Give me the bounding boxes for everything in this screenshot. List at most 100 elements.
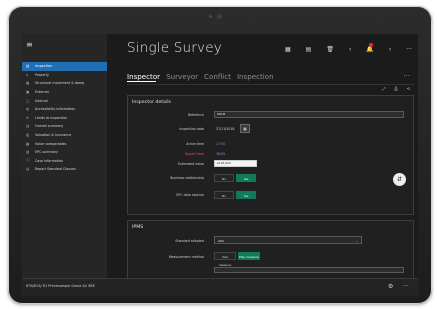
list-icon[interactable]: ▤	[306, 46, 312, 54]
forward-icon[interactable]: ›	[389, 46, 391, 54]
measurement-detail-field[interactable]	[214, 267, 404, 273]
estimated-value-label: Estimated value	[178, 162, 204, 166]
sidebar-item-valuation[interactable]: ▥ Valuation & Insurance	[22, 131, 107, 140]
notification-icon[interactable]: 🔔	[366, 43, 374, 54]
sidebar-item-label: Value comparables	[35, 141, 67, 146]
sidebar-item-case-information[interactable]: ⓘ Case information	[22, 157, 107, 166]
measurement-user-measure[interactable]: User measure	[214, 252, 236, 267]
status-bar: 87B/87A/ R1 Primesample Grove A2 9BE ⚙ ·…	[22, 278, 418, 296]
business-relationship-no[interactable]: No	[214, 174, 234, 182]
sidebar-item-label: Limits to inspection	[35, 115, 68, 120]
toolbar: ▦ ▤ 🗑 ‹ 🔔 › ···	[285, 43, 412, 54]
list-icon: ▤	[26, 64, 30, 69]
arrive-time-label: Arrive time	[186, 142, 204, 146]
inspection-date-value[interactable]: 27/11/2018	[216, 127, 234, 131]
sidebar-item-external[interactable]: ▣ External	[22, 88, 107, 97]
sidebar-item-epc-summary[interactable]: ▧ EPC summary	[22, 148, 107, 157]
internal-icon: ▢	[26, 98, 30, 103]
report-icon: ▤	[26, 167, 30, 172]
sidebar-item-property[interactable]: ⌂ Property	[22, 71, 107, 80]
sidebar-item-report-clauses[interactable]: ▤ Report Standard Clauses	[22, 165, 107, 174]
tab-inspection[interactable]: Inspection	[237, 72, 274, 81]
measurement-method-label: Measurement method	[168, 255, 204, 259]
sidebar-item-label: Report Standard Clauses	[35, 167, 76, 172]
scroll-to-top-button[interactable]: ⇵	[393, 173, 406, 186]
inspection-date-label: Inspection date	[179, 127, 204, 131]
epc-data-capture-yes[interactable]: Yes	[236, 191, 256, 199]
business-relationship-yes[interactable]: Yes	[236, 174, 256, 182]
standard-adopted-select[interactable]: GEA ⌄	[214, 236, 362, 244]
tablet-device: ≡ ▤ Inspection ⌂ Property ▦ Structural m…	[8, 6, 432, 304]
notification-glyph: 🔔	[366, 46, 374, 53]
info-icon: ⓘ	[26, 158, 30, 163]
form-content: ⤢ ⎙ ⟲ Inspector details Reference SRCM I…	[127, 84, 414, 282]
inspector-details-card: Inspector details Reference SRCM Inspect…	[127, 95, 414, 215]
chevron-down-icon: ⌄	[355, 239, 358, 243]
section-title-ipms: IPMS	[132, 225, 144, 230]
sidebar-item-label: External	[35, 90, 49, 95]
tab-bar: Inspector Surveyor Conflict Inspection	[127, 72, 274, 81]
accessibility-icon: ◍	[26, 107, 30, 112]
summary-icon: ▤	[26, 124, 30, 129]
sidebar-nav: ▤ Inspection ⌂ Property ▦ Structural mov…	[22, 62, 107, 174]
property-address: 87B/87A/ R1 Primesample Grove A2 9BE	[26, 284, 95, 288]
sidebar-item-label: Property	[35, 72, 49, 77]
standard-adopted-value: GEA	[218, 239, 225, 243]
reference-label: Reference	[187, 113, 204, 117]
tab-inspector[interactable]: Inspector	[127, 72, 160, 81]
block-icon: ⊘	[26, 115, 30, 120]
valuation-icon: ▥	[26, 133, 30, 138]
settings-icon[interactable]: ⚙	[388, 283, 393, 290]
sidebar-item-label: Valuation & Insurance	[35, 133, 72, 138]
ipms-card: IPMS Standard adopted GEA ⌄ Measurement …	[127, 220, 414, 282]
arrive-time-value[interactable]: 17:30	[216, 142, 225, 146]
sidebar-item-label: Overall summary	[35, 124, 64, 129]
tab-conflict[interactable]: Conflict	[204, 72, 231, 81]
external-icon: ▣	[26, 90, 30, 95]
sidebar-item-internal[interactable]: ▢ Internal	[22, 96, 107, 105]
camera-sensor	[209, 15, 212, 18]
trash-icon[interactable]: 🗑	[326, 46, 334, 54]
home-icon: ⌂	[26, 72, 29, 77]
grid-icon[interactable]: ▦	[285, 46, 291, 54]
epc-data-capture-no[interactable]: No	[214, 191, 234, 199]
epc-data-capture-label: EPC data capture	[176, 193, 204, 197]
tab-surveyor[interactable]: Surveyor	[166, 72, 198, 81]
sidebar-item-label: Structural movement & damp	[35, 81, 85, 86]
print-icon[interactable]: ⎙	[394, 86, 397, 91]
page-title: Single Survey	[127, 40, 222, 56]
standard-adopted-label: Standard adopted	[175, 239, 204, 243]
back-icon[interactable]: ‹	[349, 46, 351, 54]
sidebar-item-limits[interactable]: ⊘ Limits to inspection	[22, 114, 107, 123]
camera	[217, 14, 222, 19]
expand-icon[interactable]: ⤢	[382, 86, 385, 91]
depart-time-label: Depart time	[184, 152, 204, 156]
app-screen: ≡ ▤ Inspection ⌂ Property ▦ Structural m…	[22, 34, 418, 296]
epc-icon: ▧	[26, 150, 30, 155]
main-panel: Single Survey ▦ ▤ 🗑 ‹ 🔔 › ··· Inspector …	[107, 34, 418, 282]
depart-time-value[interactable]: 18:05	[216, 152, 225, 156]
hamburger-menu-icon[interactable]: ≡	[26, 40, 36, 49]
sidebar-item-label: Accessibility information	[35, 107, 76, 112]
form-subbar: ⤢ ⎙ ⟲	[127, 84, 414, 94]
sidebar: ≡ ▤ Inspection ⌂ Property ▦ Structural m…	[22, 34, 107, 296]
sidebar-item-overall-summary[interactable]: ▤ Overall summary	[22, 122, 107, 131]
refresh-icon[interactable]: ⟲	[407, 86, 410, 91]
active-tab-indicator	[127, 81, 156, 82]
measurement-plan-measure[interactable]: Plan measure	[238, 252, 260, 260]
section-title-inspector-details: Inspector details	[132, 100, 171, 105]
calendar-icon[interactable]: ▦	[240, 124, 250, 133]
sidebar-item-value-comparables[interactable]: ▦ Value comparables	[22, 139, 107, 148]
reference-field[interactable]: SRCM	[214, 111, 404, 118]
form-actions: ⤢ ⎙ ⟲	[382, 86, 410, 91]
sidebar-item-structural-movement[interactable]: ▦ Structural movement & damp	[22, 79, 107, 88]
sidebar-item-accessibility[interactable]: ◍ Accessibility information	[22, 105, 107, 114]
comparables-icon: ▦	[26, 141, 30, 146]
structure-icon: ▦	[26, 81, 30, 86]
footer-more-icon[interactable]: ···	[403, 283, 409, 290]
estimated-value-field[interactable]: £195,000	[214, 160, 257, 167]
sidebar-item-label: EPC summary	[35, 150, 58, 155]
more-icon[interactable]: ···	[406, 46, 412, 54]
sidebar-item-inspection[interactable]: ▤ Inspection	[22, 62, 107, 71]
tabs-more-icon[interactable]: ···	[403, 72, 410, 80]
